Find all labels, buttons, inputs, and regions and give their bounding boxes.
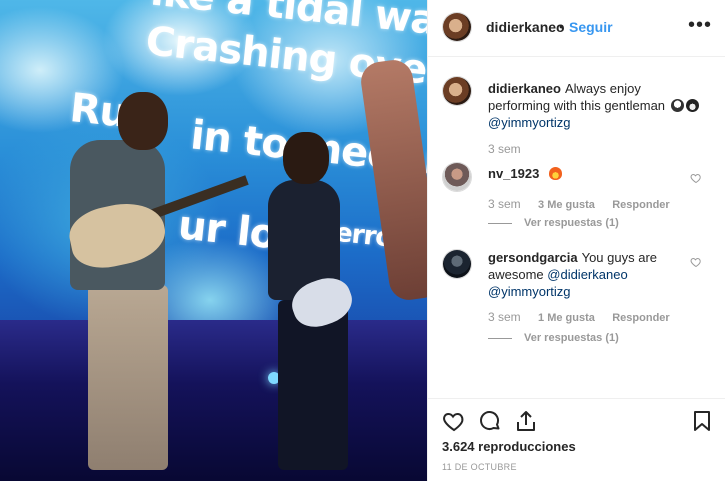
view-replies-label[interactable]: Ver respuestas (1) (524, 332, 619, 344)
timestamp[interactable]: 3 sem (488, 197, 521, 211)
caption-text: didierkaneo Always enjoy performing with … (488, 80, 703, 131)
avatar[interactable] (442, 76, 472, 106)
view-replies-label[interactable]: Ver respuestas (1) (524, 217, 619, 229)
comment-username[interactable]: gersondgarcia (488, 250, 578, 265)
avatar[interactable] (442, 249, 472, 279)
post-sidebar: didierkaneo • Seguir ••• didierkaneo Alwa… (427, 0, 725, 481)
avatar[interactable] (442, 162, 472, 192)
mention-link[interactable]: @yimmyortizg (488, 284, 571, 299)
separator-dot: • (559, 18, 564, 34)
like-comment-icon[interactable] (690, 172, 702, 184)
comment-text: gersondgarcia You guys are awesome @didie… (488, 249, 703, 300)
divider-line (488, 222, 512, 224)
comment-likes[interactable]: 1 Me gusta (538, 312, 595, 324)
header-username[interactable]: didierkaneo (486, 19, 565, 35)
stage-floor (0, 320, 427, 481)
post-header: didierkaneo • Seguir ••• (428, 0, 725, 57)
bookmark-icon[interactable] (690, 409, 714, 433)
reply-button[interactable]: Responder (612, 199, 669, 211)
smiley-icon (685, 99, 699, 112)
comment-meta: 3 sem 1 Me gusta Responder (488, 310, 684, 324)
timestamp[interactable]: 3 sem (488, 142, 521, 156)
performer-1-head (118, 92, 168, 150)
lyrics-overlay: ike a tidal wave Crashing over me Ru in … (0, 0, 427, 340)
like-comment-icon[interactable] (690, 256, 702, 268)
more-options-icon[interactable]: ••• (688, 14, 712, 37)
divider-line (488, 337, 512, 339)
view-count[interactable]: 3.624 reproducciones (442, 439, 576, 454)
mention-link[interactable]: @yimmyortizg (488, 115, 571, 130)
view-replies-button[interactable]: Ver respuestas (1) (488, 217, 619, 229)
comment-meta: 3 sem (488, 142, 535, 156)
performer-2-head (283, 132, 329, 184)
timestamp[interactable]: 3 sem (488, 310, 521, 324)
comment-text: nv_1923 (488, 165, 703, 182)
share-icon[interactable] (514, 409, 538, 433)
caption-username[interactable]: didierkaneo (488, 81, 561, 96)
follow-button[interactable]: Seguir (569, 19, 613, 35)
comment-likes[interactable]: 3 Me gusta (538, 199, 595, 211)
post-actions: 3.624 reproducciones 11 DE OCTUBRE (428, 398, 725, 481)
performer-1-legs (88, 285, 168, 470)
heart-icon[interactable] (442, 409, 466, 433)
avatar[interactable] (442, 12, 472, 42)
fire-icon (548, 167, 562, 180)
smiley-icon (670, 99, 684, 112)
view-replies-button[interactable]: Ver respuestas (1) (488, 332, 619, 344)
comment-username[interactable]: nv_1923 (488, 166, 539, 181)
mention-link[interactable]: @didierkaneo (547, 267, 627, 282)
comment-icon[interactable] (478, 409, 502, 433)
reply-button[interactable]: Responder (612, 312, 669, 324)
comments-section[interactable]: didierkaneo Always enjoy performing with … (428, 58, 725, 398)
post-date[interactable]: 11 DE OCTUBRE (442, 462, 517, 472)
comment-meta: 3 sem 3 Me gusta Responder (488, 197, 684, 211)
post-media-video[interactable]: ike a tidal wave Crashing over me Ru in … (0, 0, 427, 481)
